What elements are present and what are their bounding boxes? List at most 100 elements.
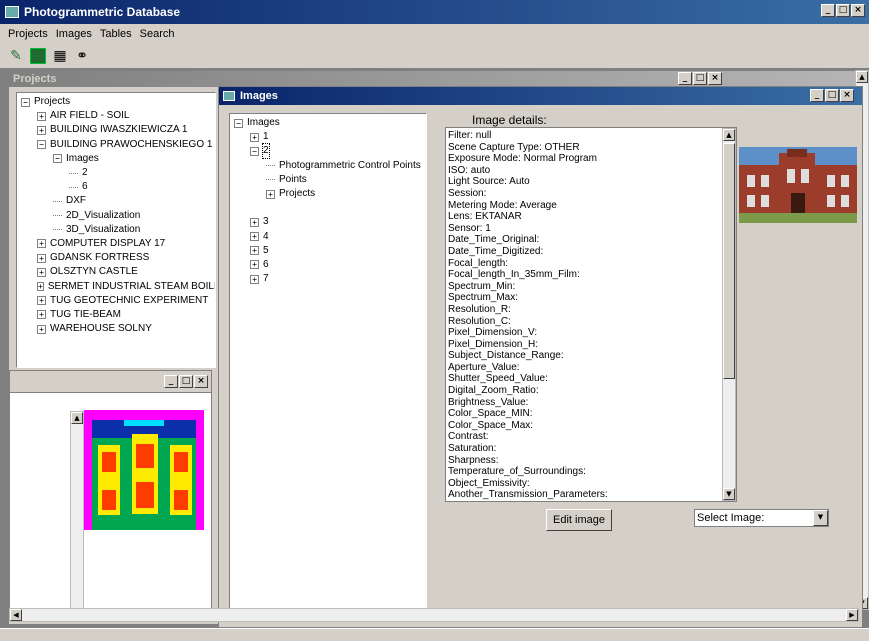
project-tree-item[interactable]: + BUILDING IWASZKIEWICZA 1 [17, 123, 215, 137]
project-tree-item[interactable]: DXF [17, 194, 215, 208]
chevron-down-icon[interactable]: ▼ [813, 510, 828, 526]
detail-line: Focal_length_In_35mm_Film: [448, 269, 580, 281]
details-scrollbar[interactable]: ▲ ▼ [722, 128, 736, 501]
project-tree-item[interactable]: 3D_Visualization [17, 223, 215, 237]
expand-icon[interactable]: + [37, 296, 46, 306]
image-tree-item[interactable]: +4 [230, 230, 426, 244]
image-tree-item[interactable]: +5 [230, 244, 426, 258]
menu-projects[interactable]: Projects [4, 28, 52, 40]
project-tree-item[interactable]: − BUILDING PRAWOCHENSKIEGO 1 [17, 138, 215, 152]
expand-icon[interactable]: + [250, 217, 259, 227]
menu-tables[interactable]: Tables [96, 28, 136, 40]
image-tree-label: 5 [263, 244, 269, 256]
image-tree-item[interactable]: Photogrammetric Control Points [230, 159, 426, 173]
projects-minimize-button[interactable]: _ [678, 72, 692, 85]
grid-icon[interactable]: ▦ [52, 48, 68, 64]
tools-icon[interactable]: ✎ [8, 48, 24, 64]
expand-icon[interactable]: + [37, 239, 46, 249]
scroll-up-icon[interactable]: ▲ [856, 71, 868, 83]
expand-icon[interactable]: + [37, 324, 46, 334]
image-tree-item[interactable]: +6 [230, 258, 426, 272]
tree-root[interactable]: − Projects [17, 95, 215, 109]
expand-icon[interactable]: + [37, 125, 46, 135]
image-tree-item[interactable]: + Projects [230, 187, 426, 201]
project-tree-item[interactable]: 2 [17, 166, 215, 180]
expand-icon[interactable]: + [250, 232, 259, 242]
project-tree-label: AIR FIELD - SOIL [50, 110, 130, 122]
binoculars-icon[interactable]: ⚭ [74, 48, 90, 64]
projects-close-button[interactable]: × [708, 72, 722, 85]
close-button[interactable]: × [851, 4, 865, 17]
detail-line: Object_Emissivity: [448, 477, 530, 489]
image-tree-item[interactable]: +3 [230, 215, 426, 229]
detail-line: Focal_length: [448, 257, 509, 269]
expand-icon[interactable]: + [37, 267, 46, 277]
image-tree-item[interactable]: Points [230, 173, 426, 187]
image-tree-item[interactable]: −2 [230, 143, 426, 160]
collapse-icon[interactable]: − [53, 154, 62, 164]
project-tree-item[interactable]: 6 [17, 180, 215, 194]
project-tree-label: COMPUTER DISPLAY 17 [50, 237, 166, 249]
thumb-maximize-button[interactable]: □ [179, 375, 193, 388]
expand-icon[interactable]: + [250, 246, 259, 256]
collapse-icon[interactable]: − [234, 118, 243, 128]
minimize-button[interactable]: _ [821, 4, 835, 17]
tree-connector [53, 200, 62, 202]
project-tree-item[interactable]: + WAREHOUSE SOLNY [17, 322, 215, 336]
detail-line: Spectrum_Min: [448, 280, 516, 292]
image-tree-item[interactable]: +1 [230, 130, 426, 144]
expand-icon[interactable]: + [250, 132, 259, 142]
expand-icon[interactable]: + [37, 310, 46, 320]
scroll-up-icon[interactable]: ▲ [71, 412, 83, 424]
project-tree-item[interactable]: + GDANSK FORTRESS [17, 251, 215, 265]
projects-maximize-button[interactable]: □ [693, 72, 707, 85]
project-tree-label: 6 [82, 181, 88, 193]
scroll-left-icon[interactable]: ◀ [10, 609, 22, 621]
project-tree-item[interactable]: + OLSZTYN CASTLE [17, 265, 215, 279]
project-tree-item[interactable]: + TUG TIE-BEAM [17, 308, 215, 322]
images-close-button[interactable]: × [840, 89, 854, 102]
expand-icon[interactable]: + [266, 189, 275, 199]
horizontal-scrollbar[interactable]: ◀ ▶ [9, 608, 859, 622]
project-tree-item[interactable]: + SERMET INDUSTRIAL STEAM BOILER [17, 279, 215, 293]
project-tree-item[interactable]: + AIR FIELD - SOIL [17, 109, 215, 123]
database-icon[interactable] [30, 48, 46, 64]
project-tree-item[interactable]: + TUG GEOTECHNIC EXPERIMENT [17, 294, 215, 308]
image-tree-root[interactable]: − Images [230, 116, 426, 130]
thumb-minimize-button[interactable]: _ [164, 375, 178, 388]
images-maximize-button[interactable]: □ [825, 89, 839, 102]
thumb-scrollbar[interactable]: ▲ [70, 411, 84, 611]
detail-line: Pixel_Dimension_V: [448, 327, 538, 339]
image-tree-item[interactable]: +7 [230, 272, 426, 286]
thumb-close-button[interactable]: × [194, 375, 208, 388]
image-tree-label: 1 [263, 131, 269, 143]
image-tree: − Images +1−2 Photogrammetric Control Poi… [229, 113, 427, 617]
collapse-icon[interactable]: − [37, 140, 46, 150]
expand-icon[interactable]: + [37, 253, 46, 263]
collapse-icon[interactable]: − [21, 97, 30, 107]
project-tree-item[interactable]: + COMPUTER DISPLAY 17 [17, 237, 215, 251]
detail-line: Brightness_Value: [448, 396, 529, 408]
scroll-up-icon[interactable]: ▲ [723, 129, 735, 141]
expand-icon[interactable]: + [37, 111, 46, 121]
scroll-thumb[interactable] [723, 143, 735, 379]
maximize-button[interactable]: □ [836, 4, 850, 17]
menu-search[interactable]: Search [136, 28, 179, 40]
detail-line: Resolution_R: [448, 303, 511, 315]
collapse-icon[interactable]: − [250, 146, 259, 156]
scroll-down-icon[interactable]: ▼ [723, 488, 735, 500]
detail-line: Sensor: 1 [448, 222, 491, 234]
project-tree-item[interactable]: 2D_Visualization [17, 209, 215, 223]
expand-icon[interactable]: + [37, 282, 44, 292]
scroll-right-icon[interactable]: ▶ [846, 609, 858, 621]
select-image-dropdown[interactable]: Select Image: ▼ [694, 509, 829, 527]
project-tree-item[interactable]: − Images [17, 152, 215, 166]
image-details-box[interactable]: Filter: null Scene Capture Type: OTHER Exp… [445, 127, 737, 502]
expand-icon[interactable]: + [250, 274, 259, 284]
edit-image-button[interactable]: Edit image [546, 509, 612, 531]
detail-line: Digital_Zoom_Ratio: [448, 385, 539, 397]
tree-connector [69, 186, 78, 188]
menu-images[interactable]: Images [52, 28, 96, 40]
expand-icon[interactable]: + [250, 260, 259, 270]
images-minimize-button[interactable]: _ [810, 89, 824, 102]
